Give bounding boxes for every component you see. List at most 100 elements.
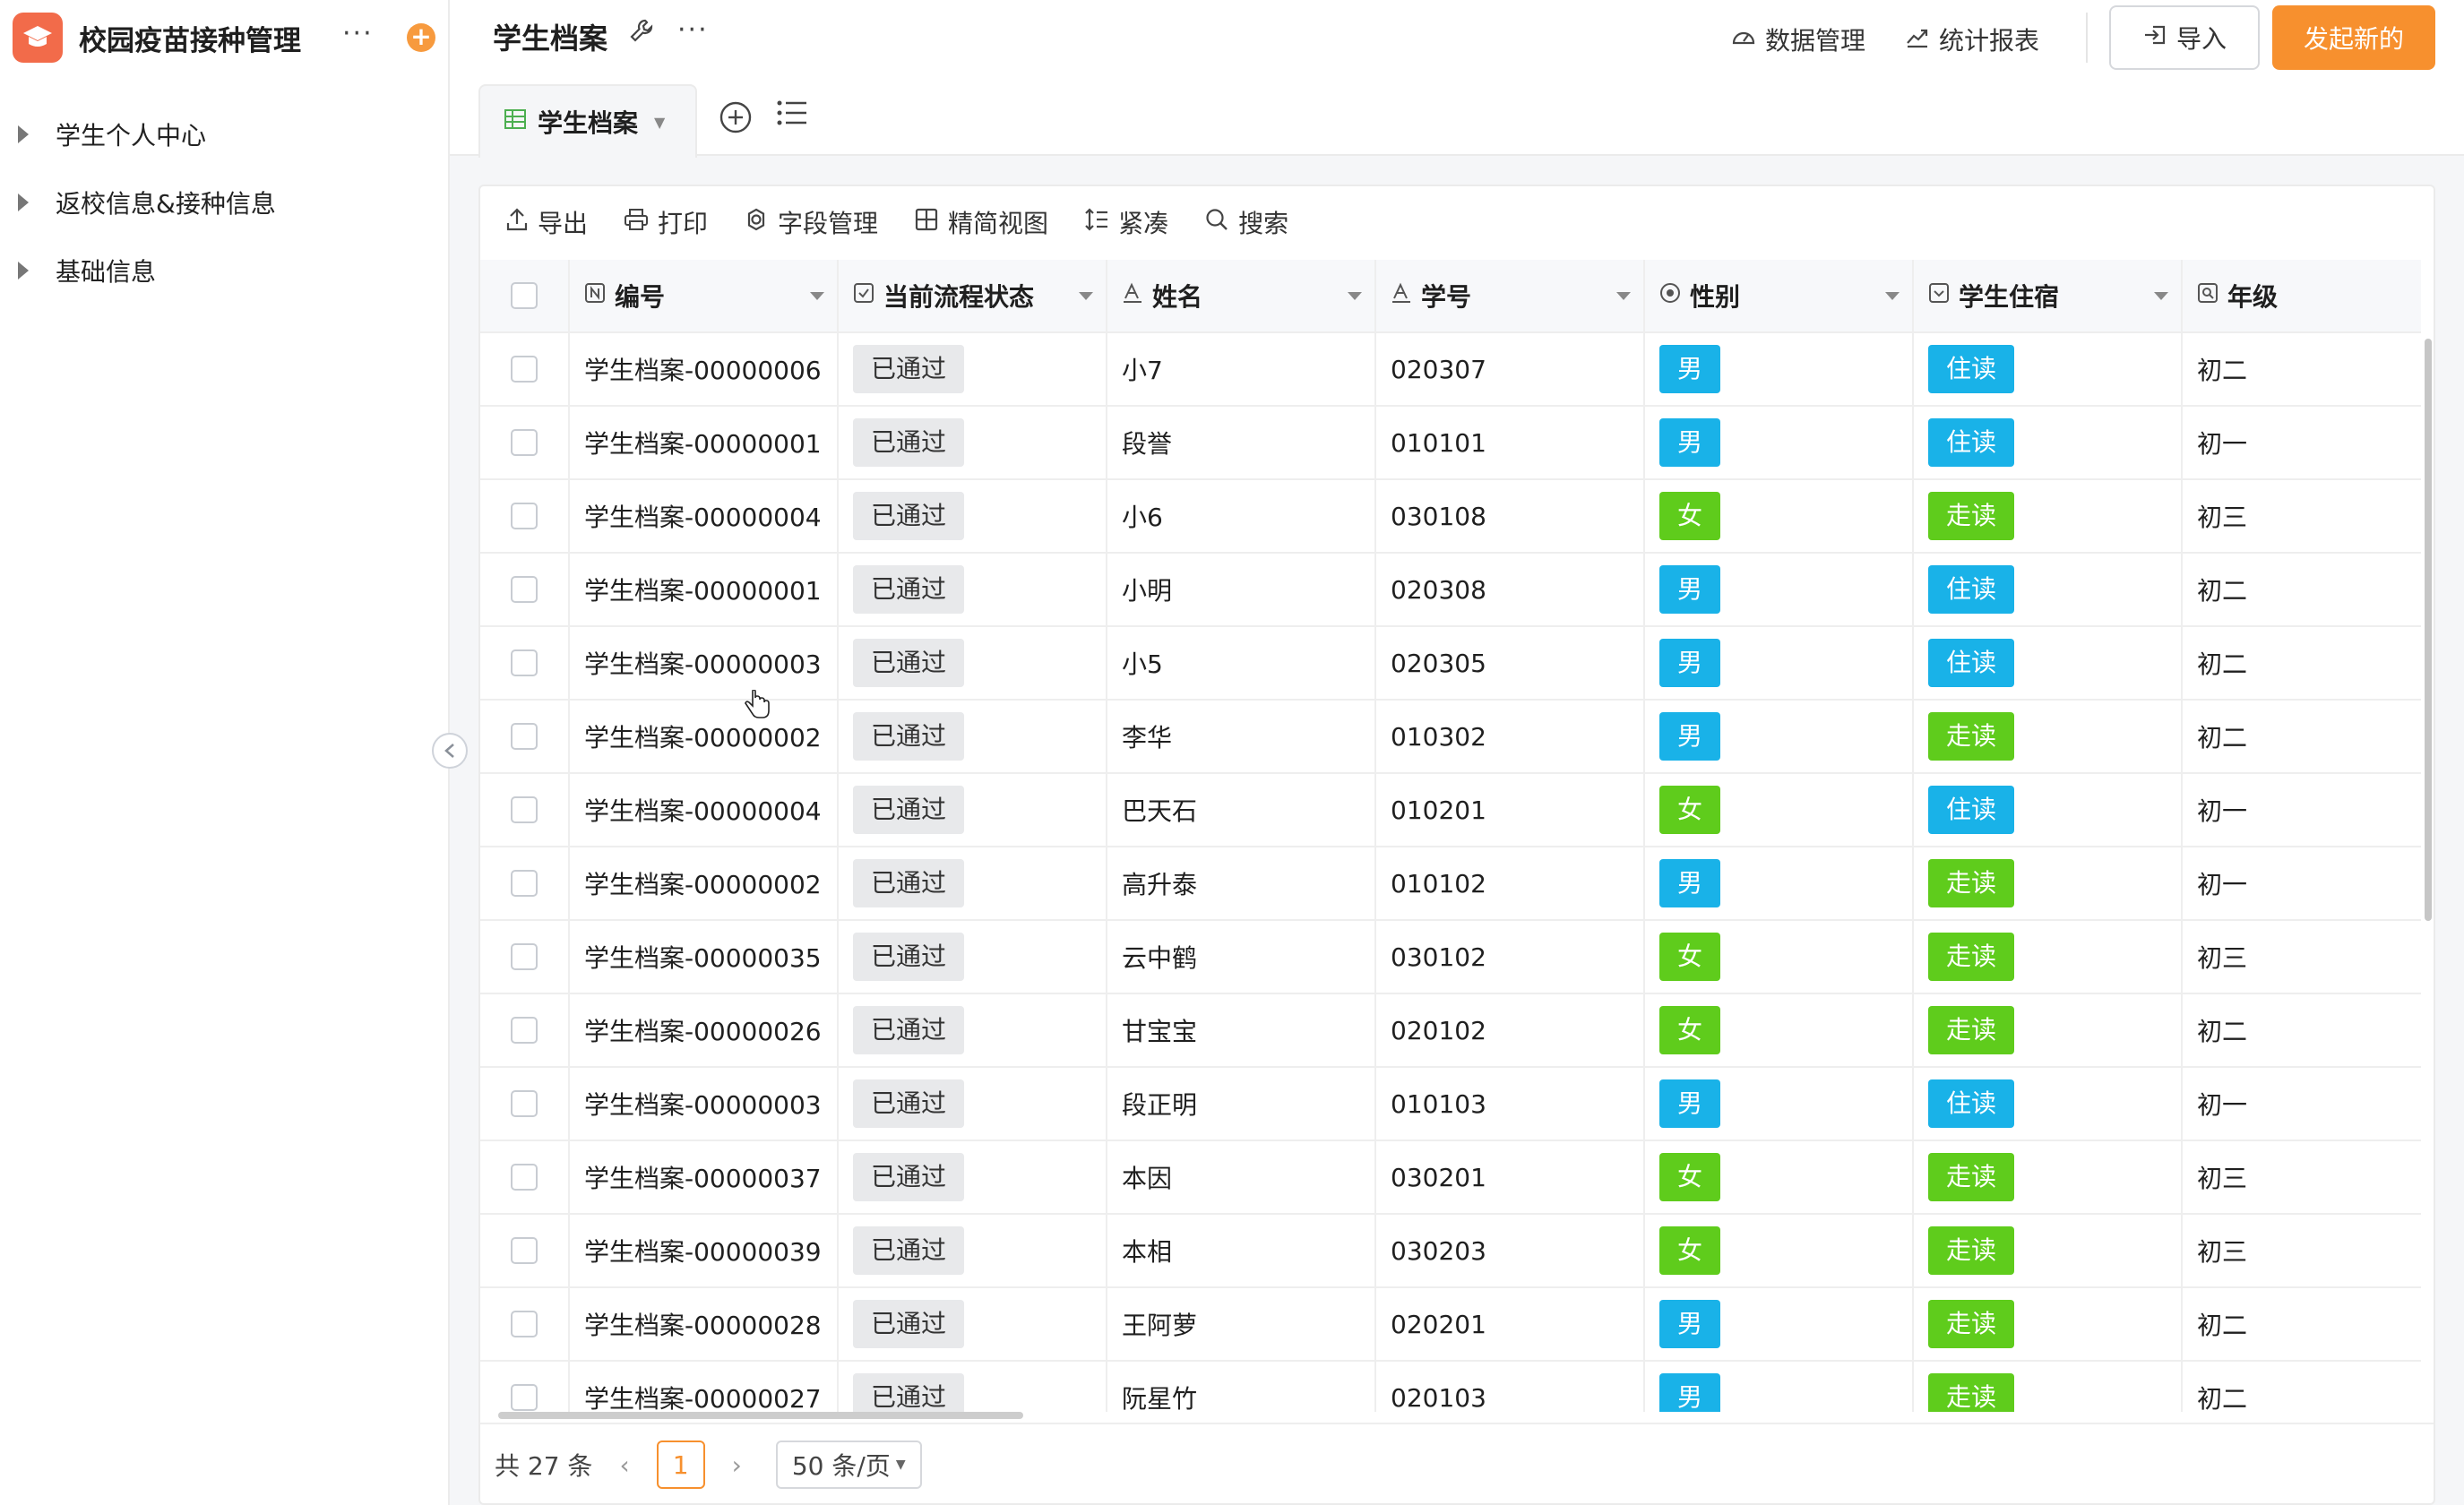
cell-dorm[interactable]: 住读 xyxy=(1914,333,2183,405)
cell-id[interactable]: 学生档案-00000004 xyxy=(570,480,839,552)
dense-button[interactable]: 紧凑 xyxy=(1084,204,1168,240)
sort-caret-icon[interactable] xyxy=(1885,292,1900,300)
cell-grade[interactable]: 初一 xyxy=(2183,774,2421,846)
cell-status[interactable]: 已通过 xyxy=(839,554,1107,625)
cell-dorm[interactable]: 走读 xyxy=(1914,1215,2183,1286)
cell-gender[interactable]: 女 xyxy=(1645,994,1914,1066)
table-row[interactable]: 学生档案-00000028 已通过 王阿萝 020201 男 走读 初二 xyxy=(480,1288,2421,1362)
sidebar-item-return-vaccine[interactable]: 返校信息&接种信息 xyxy=(0,168,448,236)
column-header-id[interactable]: 编号 xyxy=(570,260,839,331)
select-all-checkbox[interactable] xyxy=(511,282,538,309)
cell-id[interactable]: 学生档案-00000001 xyxy=(570,407,839,478)
table-row[interactable]: 学生档案-00000026 已通过 甘宝宝 020102 女 走读 初二 xyxy=(480,994,2421,1068)
cell-student-no[interactable]: 010101 xyxy=(1376,407,1645,478)
cell-student-no[interactable]: 030201 xyxy=(1376,1141,1645,1213)
cell-id[interactable]: 学生档案-00000039 xyxy=(570,1215,839,1286)
row-checkbox[interactable] xyxy=(511,1237,538,1264)
cell-dorm[interactable]: 走读 xyxy=(1914,1141,2183,1213)
cell-name[interactable]: 甘宝宝 xyxy=(1107,994,1376,1066)
cell-name[interactable]: 高升泰 xyxy=(1107,847,1376,919)
table-row[interactable]: 学生档案-00000039 已通过 本相 030203 女 走读 初三 xyxy=(480,1215,2421,1288)
data-manage-link[interactable]: 数据管理 xyxy=(1731,22,1865,57)
row-checkbox[interactable] xyxy=(511,1164,538,1191)
cell-name[interactable]: 本相 xyxy=(1107,1215,1376,1286)
import-button[interactable]: 导入 xyxy=(2109,5,2260,70)
cell-gender[interactable]: 女 xyxy=(1645,1215,1914,1286)
sort-caret-icon[interactable] xyxy=(810,292,824,300)
add-view-icon[interactable] xyxy=(719,100,753,142)
cell-dorm[interactable]: 走读 xyxy=(1914,480,2183,552)
cell-gender[interactable]: 男 xyxy=(1645,554,1914,625)
more-icon[interactable]: ··· xyxy=(677,14,709,46)
cell-student-no[interactable]: 020307 xyxy=(1376,333,1645,405)
cell-student-no[interactable]: 010103 xyxy=(1376,1068,1645,1140)
row-checkbox[interactable] xyxy=(511,576,538,603)
column-header-grade[interactable]: 年级 xyxy=(2183,260,2421,331)
cell-student-no[interactable]: 020103 xyxy=(1376,1362,1645,1412)
cell-student-no[interactable]: 020201 xyxy=(1376,1288,1645,1360)
add-icon[interactable]: + xyxy=(407,23,435,52)
row-checkbox[interactable] xyxy=(511,723,538,750)
table-row[interactable]: 学生档案-00000037 已通过 本因 030201 女 走读 初三 xyxy=(480,1141,2421,1215)
cell-status[interactable]: 已通过 xyxy=(839,407,1107,478)
cell-gender[interactable]: 男 xyxy=(1645,701,1914,772)
start-new-button[interactable]: 发起新的 xyxy=(2272,5,2435,70)
column-header-gender[interactable]: 性别 xyxy=(1645,260,1914,331)
table-row[interactable]: 学生档案-00000004 已通过 小6 030108 女 走读 初三 xyxy=(480,480,2421,554)
cell-grade[interactable]: 初一 xyxy=(2183,407,2421,478)
cell-id[interactable]: 学生档案-00000002 xyxy=(570,701,839,772)
cell-id[interactable]: 学生档案-00000004 xyxy=(570,774,839,846)
row-checkbox[interactable] xyxy=(511,649,538,676)
cell-id[interactable]: 学生档案-00000006 xyxy=(570,333,839,405)
cell-status[interactable]: 已通过 xyxy=(839,921,1107,993)
cell-name[interactable]: 巴天石 xyxy=(1107,774,1376,846)
sort-caret-icon[interactable] xyxy=(2154,292,2168,300)
row-checkbox[interactable] xyxy=(511,429,538,456)
cell-name[interactable]: 云中鹤 xyxy=(1107,921,1376,993)
cell-dorm[interactable]: 住读 xyxy=(1914,1068,2183,1140)
row-checkbox[interactable] xyxy=(511,796,538,823)
cell-id[interactable]: 学生档案-00000002 xyxy=(570,847,839,919)
cell-grade[interactable]: 初二 xyxy=(2183,1288,2421,1360)
cell-student-no[interactable]: 010102 xyxy=(1376,847,1645,919)
cell-status[interactable]: 已通过 xyxy=(839,1362,1107,1412)
print-button[interactable]: 打印 xyxy=(624,204,708,240)
sidebar-item-student-center[interactable]: 学生个人中心 xyxy=(0,100,448,168)
sort-caret-icon[interactable] xyxy=(1348,292,1362,300)
cell-status[interactable]: 已通过 xyxy=(839,847,1107,919)
table-row[interactable]: 学生档案-00000004 已通过 巴天石 010201 女 住读 初一 xyxy=(480,774,2421,847)
sort-caret-icon[interactable] xyxy=(1616,292,1631,300)
prev-page-icon[interactable]: ‹ xyxy=(619,1450,629,1480)
cell-grade[interactable]: 初二 xyxy=(2183,554,2421,625)
cell-dorm[interactable]: 走读 xyxy=(1914,1288,2183,1360)
cell-grade[interactable]: 初二 xyxy=(2183,701,2421,772)
cell-grade[interactable]: 初三 xyxy=(2183,1141,2421,1213)
cell-grade[interactable]: 初三 xyxy=(2183,921,2421,993)
cell-name[interactable]: 段誉 xyxy=(1107,407,1376,478)
cell-grade[interactable]: 初二 xyxy=(2183,627,2421,699)
cell-grade[interactable]: 初三 xyxy=(2183,480,2421,552)
cell-id[interactable]: 学生档案-00000026 xyxy=(570,994,839,1066)
row-checkbox[interactable] xyxy=(511,1017,538,1044)
cell-name[interactable]: 段正明 xyxy=(1107,1068,1376,1140)
cell-gender[interactable]: 女 xyxy=(1645,1141,1914,1213)
row-checkbox[interactable] xyxy=(511,1311,538,1337)
column-header-status[interactable]: 当前流程状态 xyxy=(839,260,1107,331)
cell-dorm[interactable]: 走读 xyxy=(1914,701,2183,772)
table-row[interactable]: 学生档案-00000027 已通过 阮星竹 020103 男 走读 初二 xyxy=(480,1362,2421,1412)
cell-name[interactable]: 小5 xyxy=(1107,627,1376,699)
column-header-name[interactable]: 姓名 xyxy=(1107,260,1376,331)
horizontal-scrollbar[interactable] xyxy=(498,1412,1023,1419)
field-manage-button[interactable]: 字段管理 xyxy=(744,204,878,240)
column-header-student-no[interactable]: 学号 xyxy=(1376,260,1645,331)
cell-grade[interactable]: 初一 xyxy=(2183,1068,2421,1140)
cell-status[interactable]: 已通过 xyxy=(839,701,1107,772)
next-page-icon[interactable]: › xyxy=(732,1450,742,1480)
cell-name[interactable]: 小明 xyxy=(1107,554,1376,625)
cell-status[interactable]: 已通过 xyxy=(839,1215,1107,1286)
cell-grade[interactable]: 初二 xyxy=(2183,333,2421,405)
table-row[interactable]: 学生档案-00000001 已通过 段誉 010101 男 住读 初一 xyxy=(480,407,2421,480)
cell-dorm[interactable]: 走读 xyxy=(1914,921,2183,993)
cell-gender[interactable]: 男 xyxy=(1645,1362,1914,1412)
cell-name[interactable]: 王阿萝 xyxy=(1107,1288,1376,1360)
